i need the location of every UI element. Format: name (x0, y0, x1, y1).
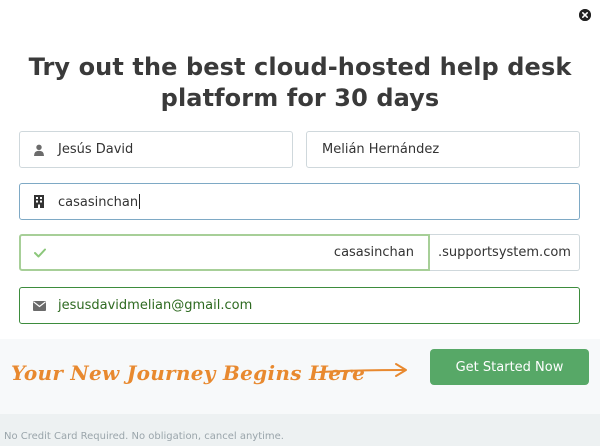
close-icon (579, 9, 591, 21)
email-field[interactable]: jesusdavidmelian@gmail.com (19, 287, 580, 324)
close-button[interactable] (579, 9, 591, 21)
email-value: jesusdavidmelian@gmail.com (58, 298, 253, 313)
user-icon (20, 144, 58, 156)
last-name-value: Melián Hernández (322, 142, 440, 157)
last-name-field[interactable]: Melián Hernández (306, 131, 580, 168)
building-icon (20, 195, 58, 208)
subdomain-suffix: .supportsystem.com (430, 234, 580, 271)
arrow-right-icon (319, 363, 407, 377)
first-name-value: Jesús David (58, 142, 134, 157)
page-title: Try out the best cloud-hosted help desk … (28, 53, 572, 112)
first-name-field[interactable]: Jesús David (19, 131, 293, 168)
company-field[interactable]: casasinchan (19, 183, 580, 220)
get-started-button[interactable]: Get Started Now (430, 349, 589, 385)
subdomain-field[interactable]: casasinchan (19, 234, 430, 271)
envelope-icon (20, 300, 58, 311)
check-icon (21, 248, 59, 258)
company-value: casasinchan (58, 194, 139, 210)
subdomain-value: casasinchan (333, 245, 414, 260)
tagline: Your New Journey Begins Here (11, 361, 366, 385)
fine-print: No Credit Card Required. No obligation, … (4, 431, 284, 442)
